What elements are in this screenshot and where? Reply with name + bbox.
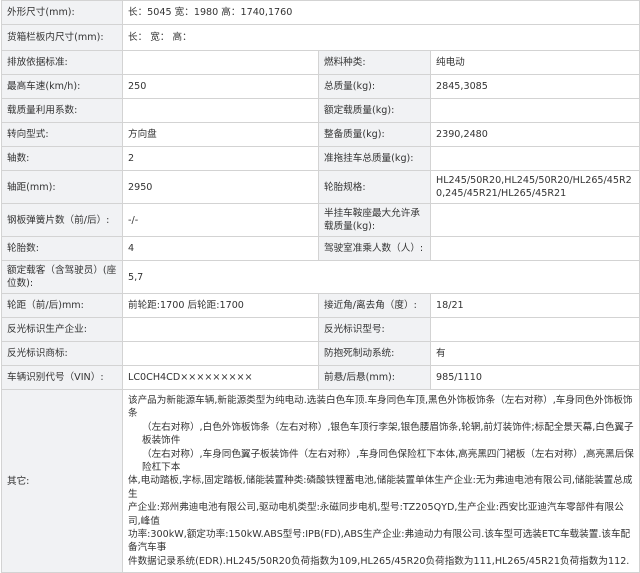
spec-value — [429, 98, 640, 123]
spec-value: 2845,3085 — [429, 74, 640, 99]
spec-value: 2 — [122, 146, 319, 171]
spec-value: 985/1110 — [429, 365, 640, 390]
spec-value: 有 — [429, 341, 640, 366]
spec-label: 反光标识型号: — [318, 317, 431, 342]
spec-label: 额定载质量(kg): — [318, 98, 431, 123]
spec-row: 钢板弹簧片数（前/后）: -/- 半挂车鞍座最大允许承载质量(kg): — [1, 203, 640, 237]
spec-label: 整备质量(kg): — [318, 122, 431, 147]
spec-label: 防抱死制动系统: — [318, 341, 431, 366]
spec-row: 反光标识生产企业: 反光标识型号: — [1, 317, 640, 342]
spec-label: 半挂车鞍座最大允许承载质量(kg): — [318, 203, 431, 237]
spec-row: 轴数: 2 准拖挂车总质量(kg): — [1, 146, 640, 171]
spec-value: 长： 宽： 高： — [121, 24, 640, 51]
vehicle-spec-table: 外形尺寸(mm): 长：5045 宽：1980 高：1740,1760 货箱栏板… — [1, 0, 640, 573]
spec-value: 2950 — [122, 170, 319, 204]
spec-label: 总质量(kg): — [318, 74, 431, 99]
spec-label: 轮胎规格: — [318, 170, 431, 204]
spec-value — [429, 146, 640, 171]
other-line: 功率:300kW,额定功率:150kW.ABS型号:IPB(FD),ABS生产企… — [128, 529, 631, 554]
spec-value: HL245/50R20,HL245/50R20/HL265/45R20,245/… — [429, 170, 640, 204]
spec-row: 反光标识商标: 防抱死制动系统: 有 — [1, 341, 640, 366]
spec-row: 车辆识别代号（VIN）: LC0CH4CD××××××××× 前悬/后悬(mm)… — [1, 365, 640, 390]
other-line: （左右对称）,白色外饰板饰条（左右对称）,银色车顶行李架,银色腰眉饰条,轮辋,前… — [142, 421, 634, 447]
spec-row: 最高车速(km/h): 250 总质量(kg): 2845,3085 — [1, 74, 640, 99]
spec-value — [429, 203, 640, 237]
other-line: 体,电动踏板,字标,固定踏板,储能装置种类:磷酸铁锂蓄电池,储能装置单体生产企业… — [128, 475, 633, 500]
spec-value: 长：5045 宽：1980 高：1740,1760 — [121, 0, 640, 25]
spec-label: 额定载客（含驾驶员）(座位数): — [1, 260, 123, 294]
spec-value: 前轮距:1700 后轮距:1700 — [122, 293, 319, 318]
spec-label: 反光标识生产企业: — [1, 317, 123, 342]
spec-value: 5,7 — [121, 260, 640, 294]
spec-label: 燃料种类: — [318, 50, 431, 75]
spec-value — [122, 50, 319, 75]
other-label: 其它: — [1, 388, 123, 573]
spec-value — [122, 98, 319, 123]
spec-row: 载质量利用系数: 额定载质量(kg): — [1, 98, 640, 123]
spec-row-other: 其它: 该产品为新能源车辆,新能源类型为纯电动.选装白色车顶.车身同色车顶,黑色… — [1, 388, 640, 573]
other-line: 件数据记录系统(EDR).HL245/50R20负荷指数为109,HL265/4… — [128, 555, 630, 567]
spec-row: 轴距(mm): 2950 轮胎规格: HL245/50R20,HL245/50R… — [1, 170, 640, 204]
spec-label: 载质量利用系数: — [1, 98, 123, 123]
spec-row: 轮距（前/后)mm: 前轮距:1700 后轮距:1700 接近角/离去角（度）:… — [1, 293, 640, 318]
spec-label: 驾驶室准乘人数（人）: — [318, 236, 431, 261]
spec-row: 外形尺寸(mm): 长：5045 宽：1980 高：1740,1760 — [1, 0, 640, 25]
spec-value — [122, 317, 319, 342]
spec-value: 方向盘 — [122, 122, 319, 147]
spec-label: 接近角/离去角（度）: — [318, 293, 431, 318]
spec-label: 轴距(mm): — [1, 170, 123, 204]
spec-value — [429, 236, 640, 261]
spec-value — [429, 317, 640, 342]
spec-label: 轮胎数: — [1, 236, 123, 261]
spec-label: 钢板弹簧片数（前/后）: — [1, 203, 123, 237]
spec-label: 货箱栏板内尺寸(mm): — [1, 24, 123, 51]
spec-row: 额定载客（含驾驶员）(座位数): 5,7 — [1, 260, 640, 294]
spec-value: 18/21 — [429, 293, 640, 318]
spec-value: 250 — [122, 74, 319, 99]
spec-value: LC0CH4CD××××××××× — [122, 365, 319, 390]
spec-value: -/- — [122, 203, 319, 237]
spec-value: 2390,2480 — [429, 122, 640, 147]
spec-value: 4 — [122, 236, 319, 261]
spec-label: 轴数: — [1, 146, 123, 171]
spec-label: 轮距（前/后)mm: — [1, 293, 123, 318]
spec-label: 最高车速(km/h): — [1, 74, 123, 99]
spec-label: 排放依据标准: — [1, 50, 123, 75]
spec-label: 反光标识商标: — [1, 341, 123, 366]
other-line: 产企业:郑州弗迪电池有限公司,驱动电机类型:永磁同步电机,型号:TZ205QYD… — [128, 502, 624, 527]
other-line: 该产品为新能源车辆,新能源类型为纯电动.选装白色车顶.车身同色车顶,黑色外饰板饰… — [128, 395, 633, 420]
spec-label: 转向型式: — [1, 122, 123, 147]
spec-row: 货箱栏板内尺寸(mm): 长： 宽： 高： — [1, 24, 640, 51]
other-value: 该产品为新能源车辆,新能源类型为纯电动.选装白色车顶.车身同色车顶,黑色外饰板饰… — [121, 388, 640, 573]
spec-value: 纯电动 — [429, 50, 640, 75]
spec-row: 轮胎数: 4 驾驶室准乘人数（人）: — [1, 236, 640, 261]
spec-value — [122, 341, 319, 366]
spec-label: 前悬/后悬(mm): — [318, 365, 431, 390]
spec-label: 准拖挂车总质量(kg): — [318, 146, 431, 171]
other-line: （左右对称）,车身同色翼子板装饰件（左右对称）,车身同色保险杠下本体,高亮黑四门… — [142, 448, 634, 474]
spec-label: 车辆识别代号（VIN）: — [1, 365, 123, 390]
spec-row: 转向型式: 方向盘 整备质量(kg): 2390,2480 — [1, 122, 640, 147]
spec-label: 外形尺寸(mm): — [1, 0, 123, 25]
spec-row: 排放依据标准: 燃料种类: 纯电动 — [1, 50, 640, 75]
